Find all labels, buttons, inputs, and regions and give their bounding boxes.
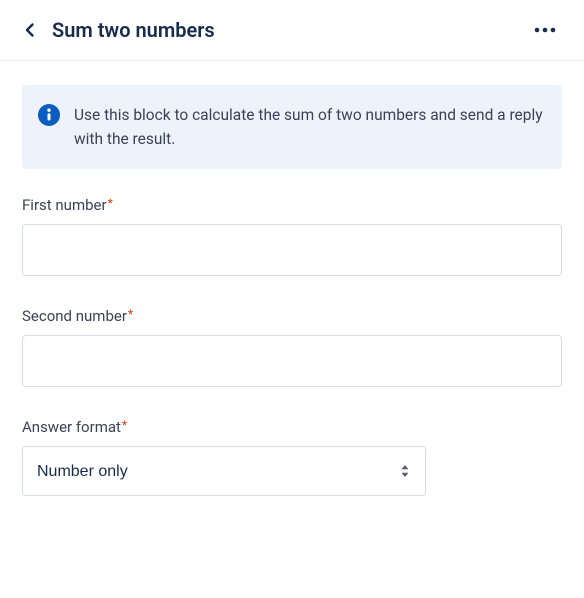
info-icon xyxy=(38,104,60,126)
info-box: Use this block to calculate the sum of t… xyxy=(22,85,562,169)
field-answer-format: Answer format* Number only xyxy=(22,417,562,496)
second-number-input[interactable] xyxy=(22,335,562,387)
back-icon[interactable] xyxy=(22,22,38,38)
required-asterisk: * xyxy=(122,418,127,432)
second-number-label: Second number* xyxy=(22,307,133,325)
more-icon[interactable] xyxy=(534,27,562,33)
answer-format-label: Answer format* xyxy=(22,418,127,436)
field-first-number: First number* xyxy=(22,195,562,276)
first-number-input[interactable] xyxy=(22,224,562,276)
answer-format-label-text: Answer format xyxy=(22,418,121,436)
required-asterisk: * xyxy=(128,307,133,321)
required-asterisk: * xyxy=(108,196,113,210)
second-number-label-text: Second number xyxy=(22,307,127,325)
answer-format-select-wrap: Number only xyxy=(22,446,426,496)
info-text: Use this block to calculate the sum of t… xyxy=(74,103,546,151)
first-number-label: First number* xyxy=(22,196,113,214)
page-title: Sum two numbers xyxy=(52,18,215,42)
field-second-number: Second number* xyxy=(22,306,562,387)
header: Sum two numbers xyxy=(0,0,584,61)
answer-format-select[interactable]: Number only xyxy=(22,446,426,496)
header-left: Sum two numbers xyxy=(22,18,215,42)
content: Use this block to calculate the sum of t… xyxy=(0,61,584,550)
first-number-label-text: First number xyxy=(22,196,107,214)
